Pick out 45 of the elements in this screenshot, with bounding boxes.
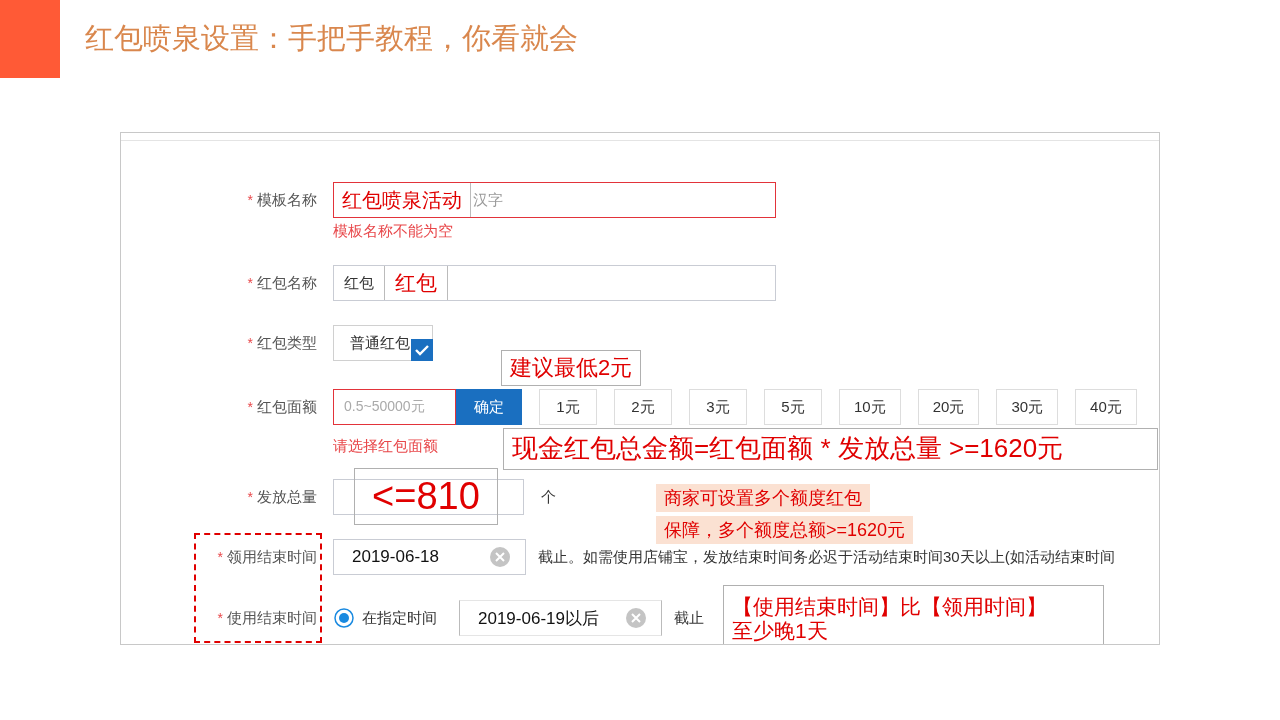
amount-chip[interactable]: 20元: [917, 389, 980, 425]
amount-chip[interactable]: 40元: [1075, 389, 1137, 425]
clear-icon[interactable]: [489, 546, 511, 568]
field-label: 发放总量: [257, 487, 317, 507]
required-mark: *: [247, 192, 253, 208]
amount-chip[interactable]: 5元: [764, 389, 822, 425]
amount-chip[interactable]: 1元: [539, 389, 597, 425]
date-field[interactable]: 2019-06-18: [333, 539, 526, 575]
required-mark: *: [247, 275, 253, 291]
field-label: 红包类型: [257, 333, 317, 353]
amount-chip[interactable]: 10元: [839, 389, 901, 425]
unit-label: 个: [541, 487, 556, 507]
value-annotation: <=810: [354, 468, 498, 525]
template-name-field[interactable]: 红包喷泉活动 汉字: [333, 182, 776, 218]
required-mark: *: [217, 610, 223, 626]
field-label: 使用结束时间: [227, 608, 317, 628]
suffix-text: 截止: [674, 608, 704, 628]
amount-chip[interactable]: 3元: [689, 389, 747, 425]
highlight-note: 保障，多个额度总额>=1620元: [656, 516, 914, 544]
confirm-button[interactable]: 确定: [456, 389, 522, 425]
required-mark: *: [247, 335, 253, 351]
highlight-note: 商家可设置多个额度红包: [656, 484, 870, 512]
field-label: 红包名称: [257, 273, 317, 293]
required-mark: *: [247, 399, 253, 415]
required-mark: *: [217, 549, 223, 565]
field-label: 模板名称: [257, 190, 317, 210]
amount-chip[interactable]: 30元: [996, 389, 1059, 425]
amount-chip[interactable]: 2元: [614, 389, 672, 425]
quantity-field[interactable]: [333, 479, 524, 515]
required-mark: *: [247, 489, 253, 505]
annotation-line: 【使用结束时间】比【领用时间】: [732, 594, 1047, 619]
annotation-note: 建议最低2元: [501, 350, 642, 386]
annotation-line: 至少晚1天: [732, 619, 828, 644]
date-field[interactable]: 2019-06-19以后: [459, 600, 662, 636]
packet-type-option[interactable]: 普通红包: [333, 325, 433, 361]
clear-icon[interactable]: [625, 607, 647, 629]
field-label: 领用结束时间: [227, 547, 317, 567]
error-message: 请选择红包面额: [333, 437, 438, 456]
annotation-note: 现金红包总金额=红包面额 * 发放总量 >=1620元: [503, 428, 1158, 470]
radio-option[interactable]: 在指定时间: [334, 608, 437, 628]
packet-name-field[interactable]: 红包 红包: [333, 265, 776, 301]
error-message: 模板名称不能为空: [333, 222, 453, 241]
field-label: 红包面额: [257, 397, 317, 417]
slide-title: 红包喷泉设置：手把手教程，你看就会: [85, 21, 578, 56]
hint-text: 截止。如需使用店铺宝，发放结束时间务必迟于活动结束时间30天以上(如活动结束时间: [538, 547, 1115, 567]
